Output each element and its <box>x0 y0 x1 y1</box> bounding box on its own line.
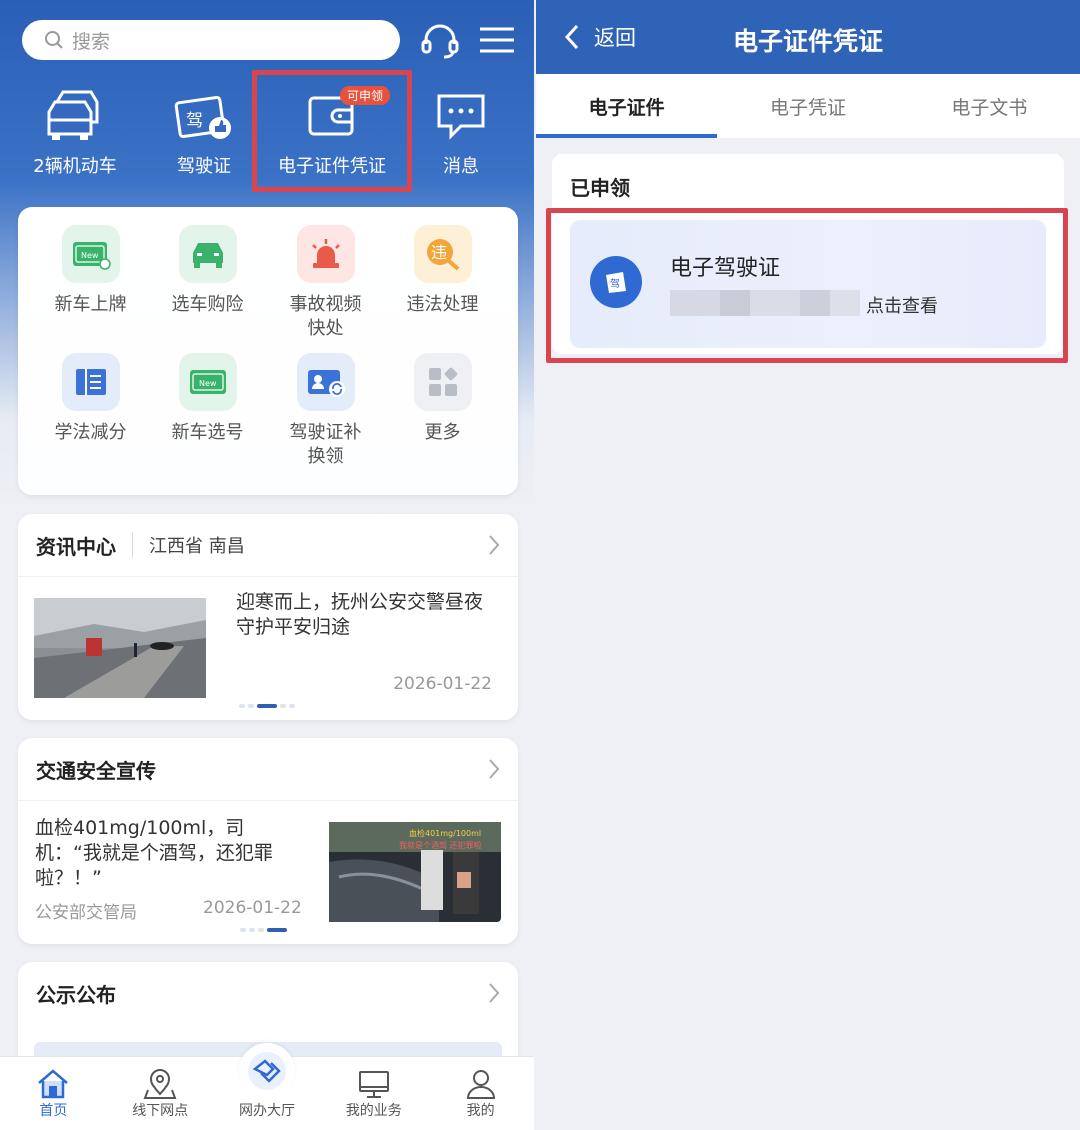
violation-icon: 违 <box>413 225 472 283</box>
quick-vehicles[interactable]: 2辆机动车 <box>0 88 150 178</box>
alarm-light-icon <box>296 225 355 283</box>
service-label: 更多 <box>424 422 461 443</box>
quick-vehicles-label: 2辆机动车 <box>33 156 117 177</box>
highlight-box-left <box>252 70 412 192</box>
bottom-tab-bar: 首页 线下网点 网办大厅 我的业务 我的 <box>0 1043 534 1130</box>
service-study-law[interactable]: 学法减分 <box>32 353 149 445</box>
menu-icon[interactable] <box>480 26 514 54</box>
news-thumbnail <box>34 598 206 698</box>
svg-text:我就是个酒驾 还犯罪啦: 我就是个酒驾 还犯罪啦 <box>399 840 482 850</box>
section-title: 已申领 <box>570 176 630 200</box>
monitor-icon <box>358 1071 389 1098</box>
svg-text:驾: 驾 <box>186 111 203 131</box>
chevron-right-icon <box>489 983 500 1003</box>
notice-header[interactable]: 公示公布 <box>18 962 518 1024</box>
right-screen: 返回 电子证件凭证 电子证件 电子凭证 电子文书 已申领 驾 电子驾驶证 点击查… <box>536 0 1080 1130</box>
tab-offline-points[interactable]: 线下网点 <box>107 1057 214 1130</box>
service-new-number[interactable]: New 新车选号 <box>149 353 266 445</box>
handshake-icon <box>247 1052 286 1090</box>
search-input[interactable]: 搜索 <box>22 20 400 60</box>
tab-e-certificate[interactable]: 电子证件 <box>536 74 718 138</box>
service-violation[interactable]: 违 违法处理 <box>384 225 501 317</box>
left-screen: 搜索 2辆机动车 驾 驾驶证 可申领 电子证件凭证 消息 New 新车上牌 选车… <box>0 0 534 1130</box>
service-label: 驾驶证补换领 <box>289 422 362 467</box>
tab-label: 网办大厅 <box>238 1103 295 1119</box>
quick-license-label: 驾驶证 <box>177 156 231 177</box>
tab-home[interactable]: 首页 <box>0 1057 107 1130</box>
safety-item[interactable]: 血检401mg/100ml，司机：“我就是个酒驾，还犯罪啦？！” 公安部交管局 … <box>18 800 518 930</box>
tab-label: 线下网点 <box>132 1103 189 1119</box>
service-label: 新车上牌 <box>54 294 127 315</box>
tab-label: 我的 <box>466 1103 495 1119</box>
service-new-plate[interactable]: New 新车上牌 <box>32 225 149 317</box>
safety-source: 公安部交管局 <box>35 903 137 923</box>
quick-messages-label: 消息 <box>443 156 479 177</box>
safety-header[interactable]: 交通安全宣传 <box>18 738 518 800</box>
customer-service-icon[interactable] <box>420 22 460 60</box>
quick-license[interactable]: 驾 驾驶证 <box>150 88 258 178</box>
news-carousel-dots <box>239 704 295 708</box>
page-title: 电子证件凭证 <box>732 27 883 56</box>
book-icon <box>61 353 120 411</box>
safety-headline: 血检401mg/100ml，司机：“我就是个酒驾，还犯罪啦？！” <box>35 817 273 889</box>
news-location: 江西省 南昌 <box>132 532 245 558</box>
chevron-right-icon <box>489 759 500 779</box>
svg-text:New: New <box>81 251 99 260</box>
safety-date: 2026-01-22 <box>203 898 302 918</box>
safety-thumbnail: 血检401mg/100ml 我就是个酒驾 还犯罪啦 <box>329 822 501 922</box>
license-icon: 驾 <box>174 95 231 139</box>
safety-card: 交通安全宣传 血检401mg/100ml，司机：“我就是个酒驾，还犯罪啦？！” … <box>18 738 518 944</box>
safety-carousel-dots <box>240 928 287 932</box>
service-car-insurance[interactable]: 选车购险 <box>149 225 266 317</box>
tab-label: 首页 <box>39 1103 68 1119</box>
safety-title: 交通安全宣传 <box>36 758 156 783</box>
message-icon <box>437 94 485 140</box>
service-label: 事故视频快处 <box>289 294 362 339</box>
news-header[interactable]: 资讯中心 江西省 南昌 <box>18 514 518 576</box>
tab-profile[interactable]: 我的 <box>427 1057 534 1130</box>
notice-title: 公示公布 <box>36 982 116 1007</box>
license-renew-icon <box>296 353 355 411</box>
news-headline: 迎寒而上，抚州公安交警昼夜守护平安归途 <box>236 591 484 638</box>
map-pin-icon <box>143 1069 177 1099</box>
svg-text:New: New <box>199 379 217 388</box>
car-insurance-icon <box>178 225 237 283</box>
service-license-renew[interactable]: 驾驶证补换领 <box>267 353 384 469</box>
new-number-icon: New <box>178 353 237 411</box>
search-placeholder: 搜索 <box>72 30 111 53</box>
news-title: 资讯中心 <box>36 534 116 559</box>
service-label: 学法减分 <box>54 422 127 443</box>
vehicles-icon <box>47 90 99 140</box>
services-grid: New 新车上牌 选车购险 事故视频快处 违 违法处理 学法减分 New 新车选… <box>18 207 518 495</box>
right-header: 返回 电子证件凭证 <box>536 0 1080 74</box>
new-plate-icon: New <box>61 225 120 283</box>
news-item[interactable]: 迎寒而上，抚州公安交警昼夜守护平安归途 2026-01-22 <box>18 576 518 706</box>
svg-text:血检401mg/100ml: 血检401mg/100ml <box>409 828 481 838</box>
tab-label: 我的业务 <box>345 1103 402 1119</box>
svg-text:违: 违 <box>431 243 447 262</box>
service-accident-video[interactable]: 事故视频快处 <box>267 225 384 341</box>
quick-messages[interactable]: 消息 <box>406 88 516 178</box>
home-icon <box>38 1069 69 1099</box>
service-label: 新车选号 <box>171 422 244 443</box>
right-tabs: 电子证件 电子凭证 电子文书 <box>536 74 1080 138</box>
tab-e-document[interactable]: 电子文书 <box>899 74 1080 138</box>
service-label: 选车购险 <box>171 294 244 315</box>
highlight-box-right <box>546 208 1068 363</box>
tab-online-hall[interactable]: 网办大厅 <box>214 1043 321 1130</box>
tab-my-business[interactable]: 我的业务 <box>320 1057 427 1130</box>
news-date: 2026-01-22 <box>393 674 492 694</box>
news-card: 资讯中心 江西省 南昌 迎寒而上，抚州公安交警昼夜守护平安归途 2026-01-… <box>18 514 518 720</box>
user-icon <box>466 1070 495 1099</box>
chevron-right-icon <box>489 535 500 555</box>
service-label: 违法处理 <box>406 294 479 315</box>
tab-e-voucher[interactable]: 电子凭证 <box>717 74 898 138</box>
more-grid-icon <box>413 353 472 411</box>
service-more[interactable]: 更多 <box>384 353 501 445</box>
search-icon <box>45 31 63 49</box>
